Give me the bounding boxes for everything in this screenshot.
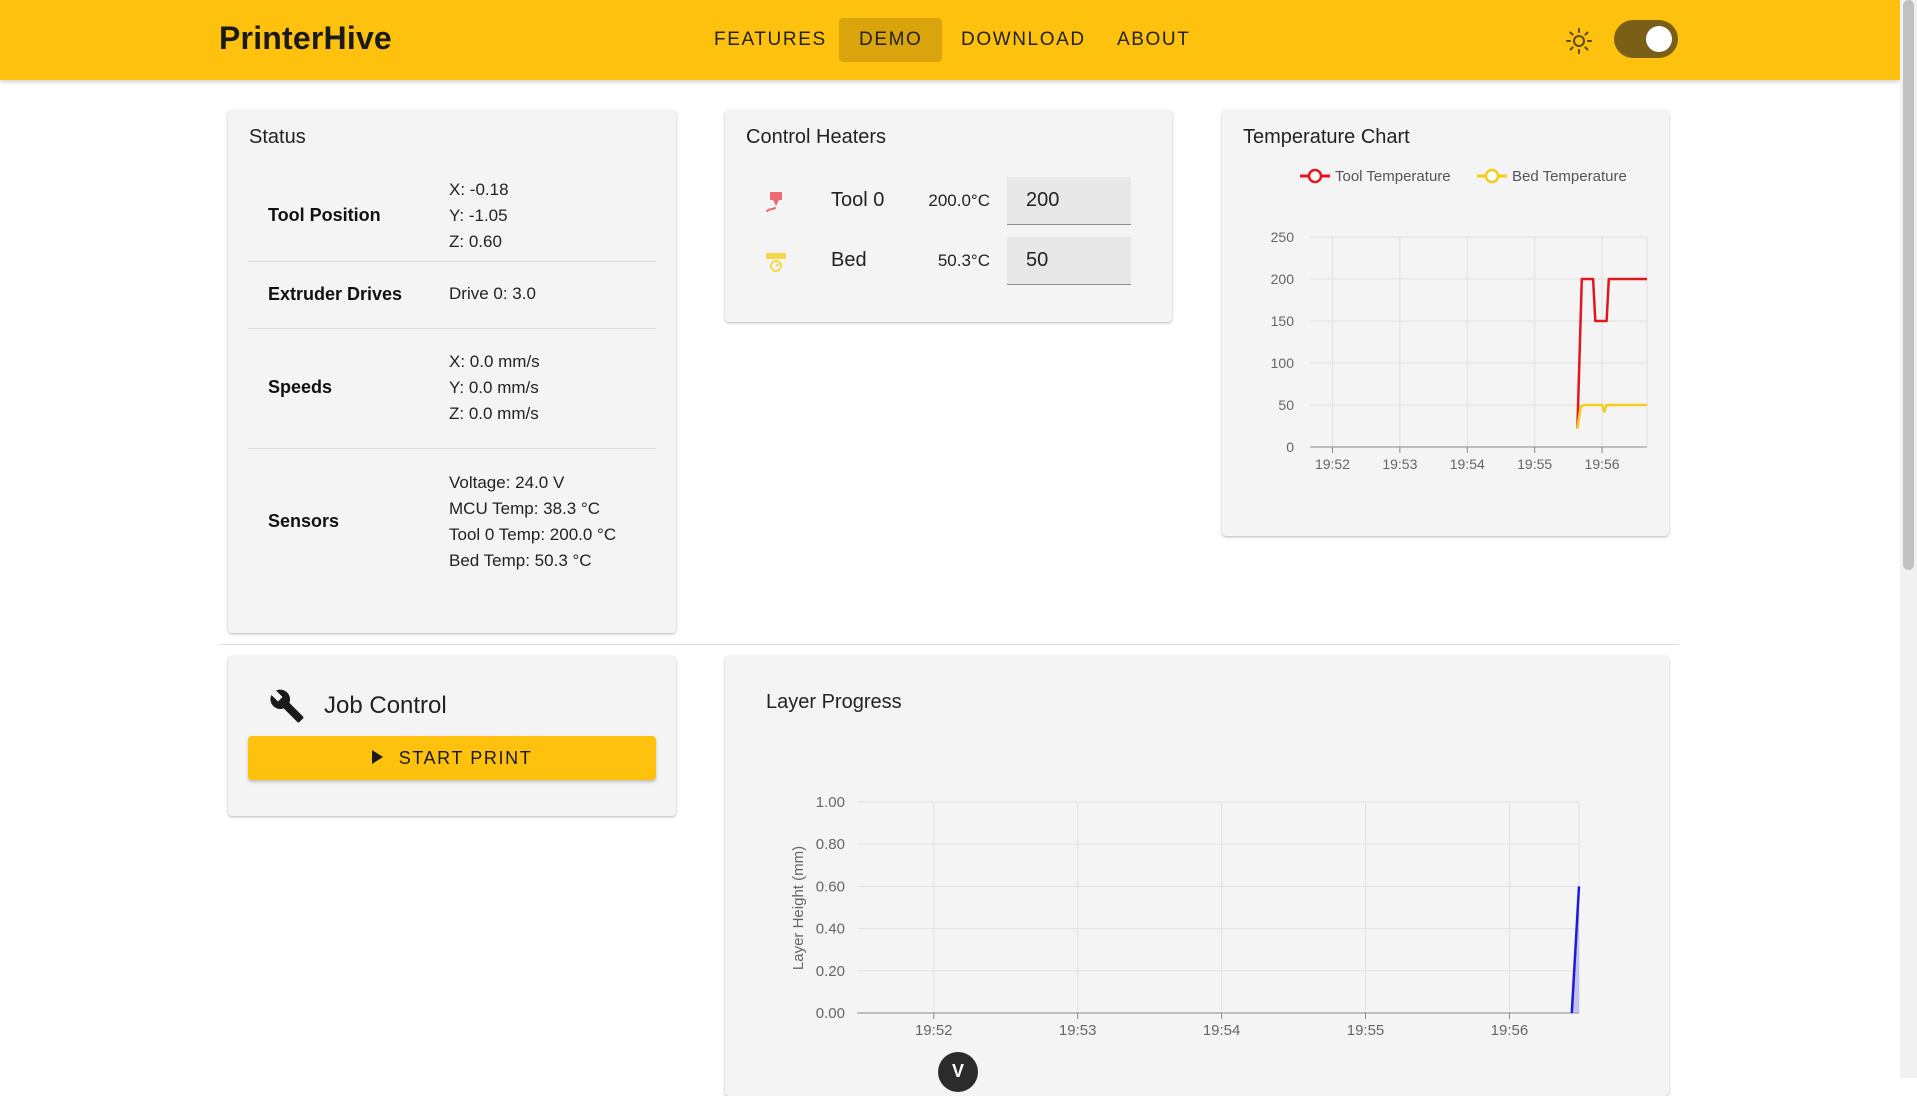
row-label: Tool Position: [268, 205, 381, 225]
y-tick-label: 50: [1278, 397, 1294, 413]
y-tick-label: 0: [1286, 439, 1294, 455]
series-line: [1576, 403, 1647, 429]
value-line: Tool 0 Temp: 200.0 °C: [449, 525, 617, 544]
vertical-scrollbar[interactable]: [1900, 0, 1917, 1078]
y-tick-label: 0.20: [816, 963, 845, 980]
value-line: Voltage: 24.0 V: [449, 473, 565, 492]
y-tick-label: 1.00: [816, 794, 845, 811]
heater-actual-temp: 50.3°C: [937, 251, 990, 270]
x-tick-label: 19:53: [1059, 1022, 1097, 1039]
value-line: Z: 0.0 mm/s: [449, 404, 539, 423]
legend-marker: [1484, 168, 1500, 184]
value-line: Z: 0.60: [449, 232, 502, 251]
toggle-knob: [1646, 26, 1672, 52]
y-tick-label: 100: [1271, 355, 1295, 371]
value-line: Bed Temp: 50.3 °C: [449, 551, 592, 570]
x-tick-label: 19:55: [1517, 456, 1552, 472]
value-line: X: 0.0 mm/s: [449, 352, 540, 371]
heater-row-tool0: Tool 0 200.0°C: [725, 177, 1171, 227]
section-divider: [219, 644, 1679, 645]
value-line: X: -0.18: [449, 180, 509, 199]
app-bar: PrinterHive FEATURES DEMO DOWNLOAD ABOUT: [0, 0, 1900, 80]
play-icon: [371, 750, 383, 765]
value-line: MCU Temp: 38.3 °C: [449, 499, 601, 518]
y-tick-label: 0.80: [816, 836, 845, 853]
temperature-chart: 0 50 100 150 200 250 19:52 19:53 19:54 19:55 19:56…: [1271, 168, 1648, 472]
nav-about[interactable]: ABOUT: [1097, 18, 1210, 62]
status-card: Status Tool Position X: -0.18 Y: -1.05 Z…: [228, 110, 676, 633]
status-row-speeds: Speeds X: 0.0 mm/s Y: 0.0 mm/s Z: 0.0 mm…: [248, 329, 656, 449]
row-values: Voltage: 24.0 V MCU Temp: 38.3 °C Tool 0…: [449, 470, 616, 574]
legend-label: Tool Temperature: [1335, 168, 1451, 185]
nav-download[interactable]: DOWNLOAD: [941, 18, 1106, 62]
nav-features[interactable]: FEATURES: [694, 18, 847, 62]
x-tick-label: 19:56: [1585, 456, 1620, 472]
control-heaters-card: Control Heaters Tool 0 200.0°C Bed 50.3°…: [725, 110, 1172, 322]
y-tick-label: 200: [1271, 271, 1295, 287]
theme-toggle[interactable]: [1614, 20, 1678, 58]
nav-demo[interactable]: DEMO: [839, 18, 943, 62]
heater-name: Bed: [831, 249, 867, 271]
x-tick-label: 19:54: [1450, 456, 1485, 472]
status-row-tool-position: Tool Position X: -0.18 Y: -1.05 Z: 0.60: [248, 172, 656, 262]
x-tick-label: 19:52: [1315, 456, 1350, 472]
x-tick-label: 19:52: [915, 1022, 953, 1039]
layer-progress-chart: 0.00 0.20 0.40 0.60 0.80 1.00 19:52 19:53 19:54 1…: [790, 794, 1581, 1039]
heater-actual-temp: 200.0°C: [928, 191, 990, 210]
start-print-button[interactable]: START PRINT: [248, 736, 656, 780]
x-tick-label: 19:55: [1347, 1022, 1385, 1039]
sun-icon[interactable]: [1565, 27, 1593, 55]
row-values: X: 0.0 mm/s Y: 0.0 mm/s Z: 0.0 mm/s: [449, 349, 540, 427]
value-line: Y: -1.05: [449, 206, 508, 225]
bed-heater-icon: [766, 253, 786, 272]
job-control-card: Job Control START PRINT: [228, 656, 676, 816]
bed-target-input[interactable]: [1007, 237, 1131, 285]
y-tick-label: 150: [1271, 313, 1295, 329]
heater-row-bed: Bed 50.3°C: [725, 237, 1171, 287]
x-tick-label: 19:54: [1203, 1022, 1241, 1039]
tool0-target-input[interactable]: [1007, 177, 1131, 225]
nozzle-icon: [766, 192, 782, 212]
layer-progress-card: Layer Progress 0.00 0.20 0.40 0.60 0.80 1.00 1…: [725, 656, 1669, 1096]
x-tick-label: 19:56: [1491, 1022, 1529, 1039]
heater-name: Tool 0: [831, 189, 885, 211]
row-label: Extruder Drives: [268, 284, 403, 304]
y-tick-label: 0.40: [816, 921, 845, 938]
scrollbar-thumb[interactable]: [1903, 0, 1914, 570]
app-title[interactable]: PrinterHive: [219, 20, 392, 57]
y-tick-label: 250: [1271, 229, 1295, 245]
legend-label: Bed Temperature: [1512, 168, 1627, 185]
row-values: X: -0.18 Y: -1.05 Z: 0.60: [449, 177, 509, 255]
row-values: Drive 0: 3.0: [449, 281, 536, 307]
temperature-chart-card: Temperature Chart 0 50 100 150 200 250 19:52 19…: [1222, 110, 1669, 536]
badge-label: V: [951, 1061, 964, 1081]
value-line: Y: 0.0 mm/s: [449, 378, 539, 397]
row-label: Sensors: [268, 511, 340, 531]
legend-marker: [1307, 168, 1323, 184]
y-axis-label: Layer Height (mm): [790, 846, 807, 970]
row-label: Speeds: [268, 377, 333, 397]
job-control-title: Job Control: [324, 692, 447, 719]
heaters-title: Control Heaters: [746, 126, 887, 148]
status-row-sensors: Sensors Voltage: 24.0 V MCU Temp: 38.3 °…: [248, 449, 656, 599]
status-row-extruder-drives: Extruder Drives Drive 0: 3.0: [248, 262, 656, 329]
value-line: Drive 0: 3.0: [449, 284, 536, 303]
floating-badge[interactable]: V: [938, 1052, 978, 1092]
y-tick-label: 0.60: [816, 878, 845, 895]
status-title: Status: [249, 126, 306, 148]
start-print-label: START PRINT: [398, 748, 533, 768]
wrench-icon: [270, 689, 304, 723]
y-tick-label: 0.00: [816, 1005, 845, 1022]
x-tick-label: 19:53: [1382, 456, 1417, 472]
